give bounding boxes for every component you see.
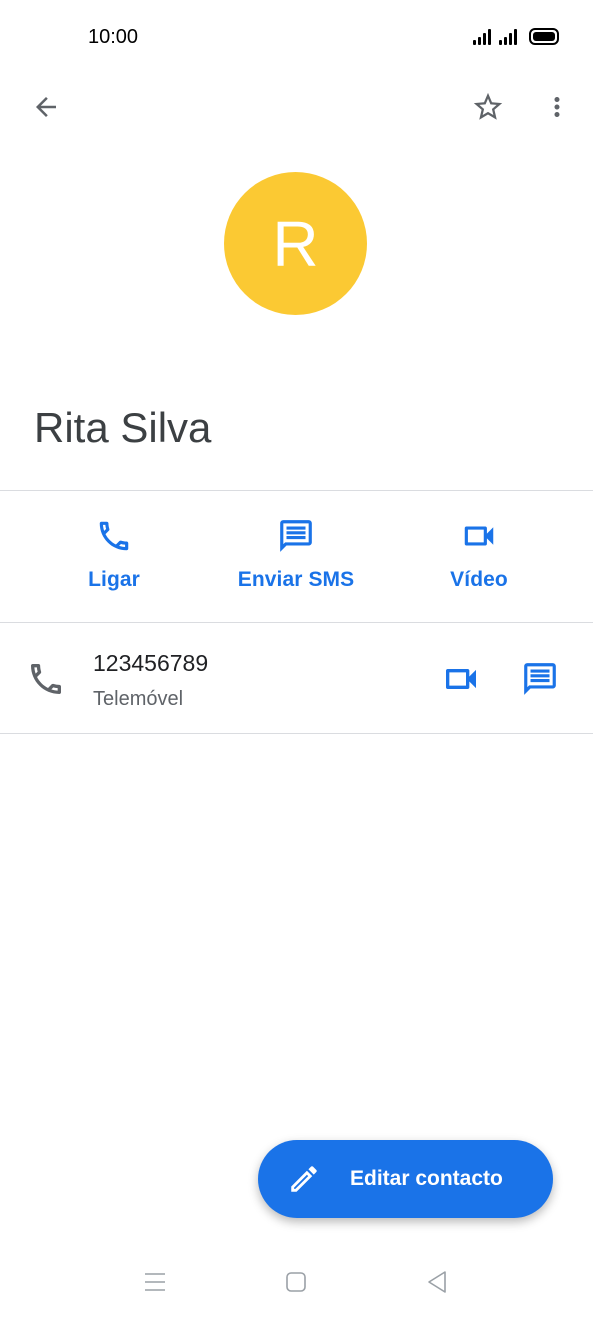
status-time: 10:00	[88, 26, 139, 48]
phone-type-label: Telemóvel	[93, 688, 184, 710]
phone-icon	[94, 516, 134, 556]
star-outline-icon	[473, 92, 503, 120]
divider	[0, 733, 593, 734]
call-action-label: Ligar	[88, 568, 140, 591]
pencil-icon	[286, 1161, 322, 1197]
message-icon	[524, 663, 556, 695]
home-square-icon	[286, 1272, 306, 1292]
signal-icon	[473, 27, 491, 45]
back-button[interactable]	[22, 83, 70, 131]
video-action-label: Vídeo	[450, 568, 508, 591]
sms-action-button[interactable]: Enviar SMS	[216, 506, 376, 606]
phone-entry-row[interactable]: 123456789 Telemóvel	[0, 623, 593, 733]
phone-icon	[24, 657, 68, 701]
video-call-button[interactable]	[437, 655, 485, 703]
sms-action-label: Enviar SMS	[237, 568, 355, 591]
call-action-button[interactable]: Ligar	[34, 506, 194, 606]
phone-number: 123456789	[93, 650, 209, 676]
video-action-button[interactable]: Vídeo	[399, 506, 559, 606]
edit-contact-button[interactable]: Editar contacto	[258, 1140, 553, 1218]
status-bar: 10:00	[0, 0, 593, 76]
recent-apps-button[interactable]	[131, 1264, 179, 1300]
more-options-button[interactable]	[533, 83, 581, 131]
edit-contact-label: Editar contacto	[350, 1167, 503, 1190]
battery-icon	[529, 28, 559, 45]
contact-name: Rita Silva	[34, 404, 212, 451]
divider	[0, 490, 593, 491]
more-vert-icon	[554, 97, 560, 117]
favorite-button[interactable]	[464, 83, 512, 131]
nav-back-button[interactable]	[413, 1264, 461, 1300]
videocam-icon	[446, 669, 476, 689]
status-icons	[473, 27, 559, 45]
signal-icon	[499, 27, 517, 45]
contact-avatar: R	[224, 172, 367, 315]
videocam-icon	[459, 516, 499, 556]
message-icon	[276, 516, 316, 556]
send-sms-button[interactable]	[516, 655, 564, 703]
avatar-initial: R	[272, 207, 319, 280]
arrow-left-icon	[36, 97, 56, 117]
menu-icon	[145, 1273, 165, 1291]
back-triangle-icon	[428, 1271, 446, 1293]
home-button[interactable]	[272, 1264, 320, 1300]
system-nav-bar	[0, 1250, 593, 1318]
